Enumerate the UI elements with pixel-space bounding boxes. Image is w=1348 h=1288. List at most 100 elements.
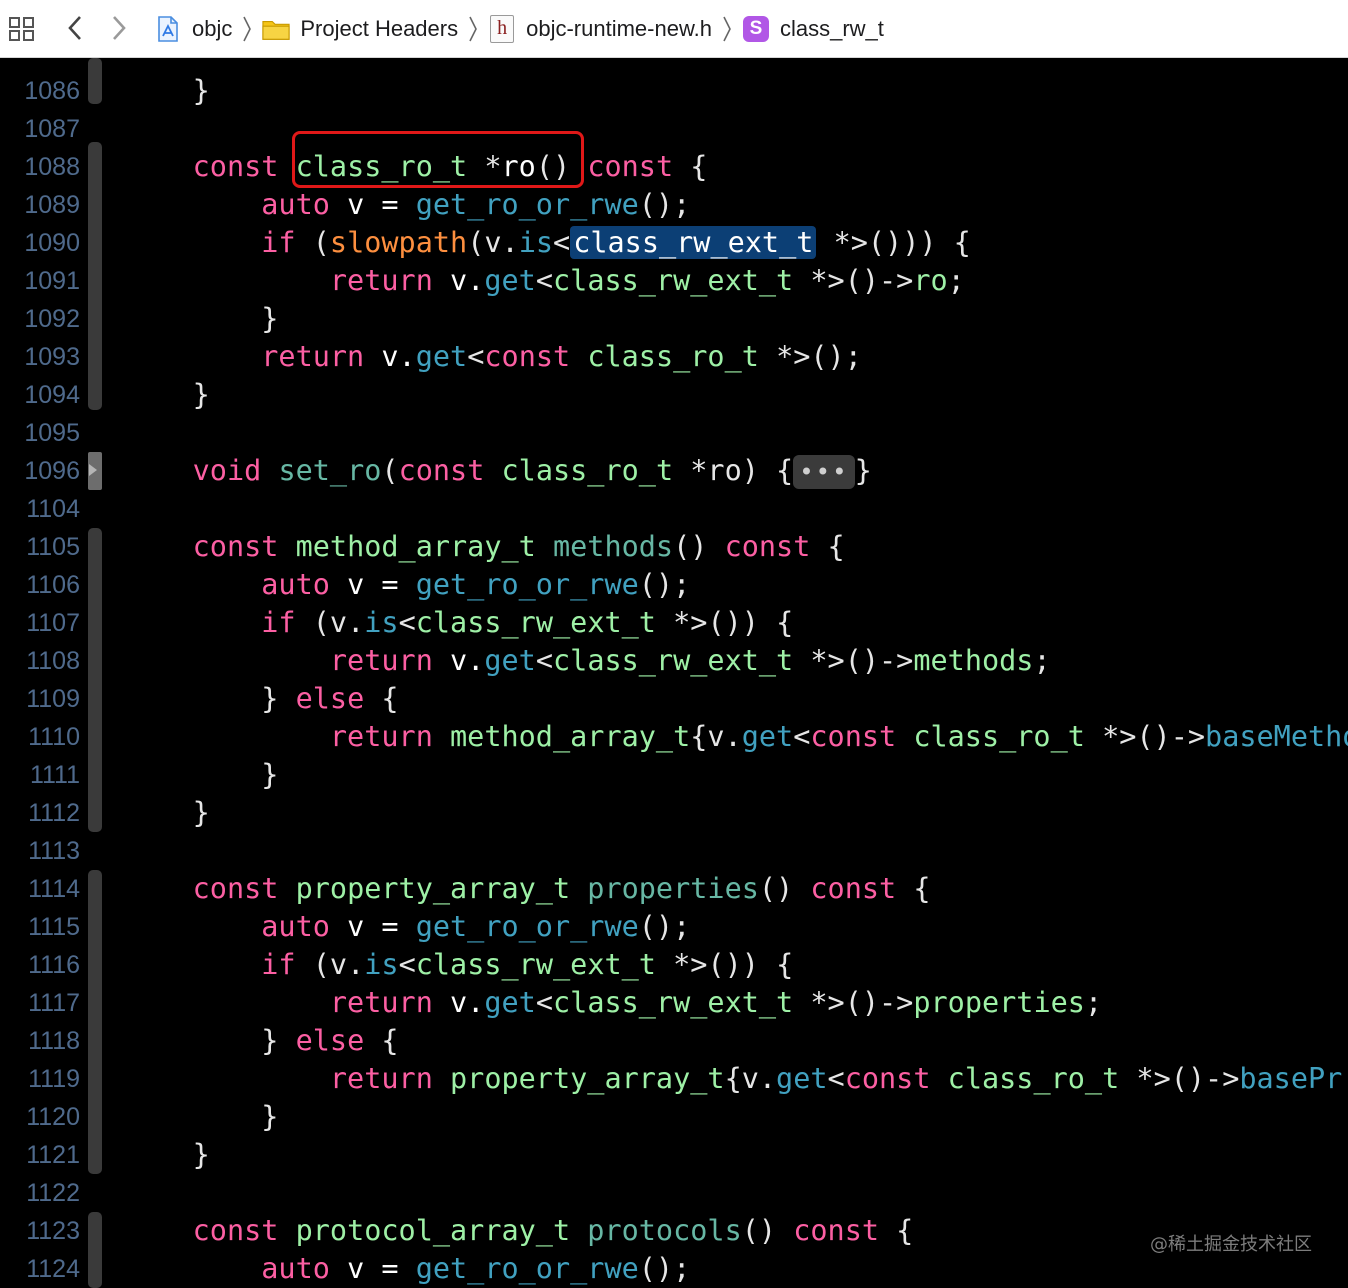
code-token: {v. — [690, 720, 742, 753]
code-folding-ribbon[interactable] — [88, 870, 102, 1174]
code-token: class_ro_t — [501, 454, 691, 487]
code-line[interactable]: if (v.is<class_rw_ext_t *>()) { — [124, 604, 793, 642]
code-token: return — [124, 340, 382, 373]
code-token: ro — [501, 150, 536, 183]
code-token: set_ro — [278, 454, 382, 487]
code-token: class_rw_ext_t — [553, 264, 811, 297]
breadcrumb-item-symbol[interactable]: S class_rw_t — [742, 15, 884, 43]
breadcrumb-item-group[interactable]: Project Headers — [262, 15, 458, 43]
code-token: property_array_t — [450, 1062, 725, 1095]
code-token: *>()-> — [1136, 1062, 1240, 1095]
code-line[interactable]: auto v = get_ro_or_rwe(); — [124, 566, 690, 604]
code-token: is — [364, 606, 399, 639]
code-line[interactable]: } else { — [124, 680, 398, 718]
code-line[interactable]: const method_array_t methods() const { — [124, 528, 845, 566]
line-number: 1105 — [26, 533, 80, 561]
code-token: class_rw_ext_t — [553, 644, 811, 677]
line-number: 1115 — [28, 913, 80, 941]
code-token: v = — [347, 568, 416, 601]
code-token: properties — [587, 872, 759, 905]
code-line[interactable]: return v.get<class_rw_ext_t *>()->ro; — [124, 262, 965, 300]
code-line[interactable]: auto v = get_ro_or_rwe(); — [124, 908, 690, 946]
code-line[interactable]: const protocol_array_t protocols() const… — [124, 1212, 914, 1250]
code-token: class_rw_ext_t — [553, 986, 811, 1019]
line-number: 1090 — [24, 229, 80, 257]
code-line[interactable]: if (slowpath(v.is< class_rw_ext_t *>())) … — [124, 224, 971, 262]
code-token: auto — [124, 1252, 348, 1285]
code-token: is — [364, 948, 399, 981]
selected-token: class_rw_ext_t — [570, 226, 817, 259]
back-chevron-icon[interactable] — [62, 12, 88, 44]
code-folding-ribbon[interactable] — [88, 528, 102, 832]
code-token: *>()) { — [673, 948, 794, 981]
code-token: ; — [1033, 644, 1051, 677]
code-line[interactable]: return v.get<const class_ro_t *>(); — [124, 338, 862, 376]
code-token: get — [741, 720, 794, 753]
code-line[interactable]: auto v = get_ro_or_rwe(); — [124, 186, 690, 224]
line-number: 1110 — [28, 723, 80, 751]
code-token: property_array_t — [295, 872, 588, 905]
line-number: 1111 — [29, 761, 80, 789]
code-token: get_ro_or_rwe — [415, 1252, 639, 1285]
folded-code-ellipsis[interactable]: ••• — [793, 455, 855, 489]
code-line[interactable]: void set_ro(const class_ro_t *ro) {•••} — [124, 452, 872, 490]
code-line[interactable]: } — [124, 1098, 278, 1136]
code-token: get_ro_or_rwe — [415, 188, 639, 221]
breadcrumb: objc Project Headers h objc-runtime-new.… — [154, 0, 884, 58]
breadcrumb-item-file[interactable]: h objc-runtime-new.h — [488, 15, 712, 43]
line-number: 1095 — [24, 419, 80, 447]
code-line[interactable]: return v.get<class_rw_ext_t *>()->proper… — [124, 984, 1102, 1022]
folder-icon — [262, 15, 290, 43]
code-token: return — [124, 1062, 451, 1095]
code-line[interactable]: } else { — [124, 1022, 398, 1060]
breadcrumb-separator-icon — [236, 15, 258, 43]
code-token: v = — [347, 188, 416, 221]
code-line[interactable]: const property_array_t properties() cons… — [124, 870, 931, 908]
code-token: < — [535, 264, 553, 297]
line-number: 1113 — [28, 837, 80, 865]
code-token: return — [124, 986, 451, 1019]
code-token: *>()-> — [810, 986, 914, 1019]
line-number: 1117 — [28, 989, 80, 1017]
struct-symbol-glyph: S — [742, 16, 769, 42]
forward-chevron-icon[interactable] — [106, 12, 132, 44]
source-editor[interactable]: } const class_ro_t *ro() const { auto v … — [124, 58, 1348, 1288]
code-folding-ribbon[interactable] — [88, 142, 102, 410]
code-folding-ribbon[interactable] — [88, 58, 102, 104]
code-token: (v. — [312, 606, 365, 639]
code-line[interactable]: } — [124, 300, 278, 338]
code-token: const — [124, 530, 296, 563]
code-token: return — [124, 720, 451, 753]
code-token: < — [535, 986, 553, 1019]
code-token: {v. — [724, 1062, 777, 1095]
code-line[interactable]: } — [124, 376, 210, 414]
code-token: get_ro_or_rwe — [415, 910, 639, 943]
code-token: auto — [124, 188, 348, 221]
related-items-grid-icon[interactable] — [6, 14, 38, 44]
line-number: 1121 — [26, 1141, 80, 1169]
code-line[interactable]: } — [124, 1136, 210, 1174]
code-line[interactable]: auto v = get_ro_or_rwe(); — [124, 1250, 690, 1288]
code-token: } — [124, 682, 296, 715]
breadcrumb-item-project[interactable]: objc — [154, 15, 232, 43]
code-token: const — [484, 340, 588, 373]
code-line[interactable]: } — [124, 756, 278, 794]
code-line[interactable]: return v.get<class_rw_ext_t *>()->method… — [124, 642, 1051, 680]
code-line[interactable]: if (v.is<class_rw_ext_t *>()) { — [124, 946, 793, 984]
code-token: < — [398, 606, 416, 639]
line-number: 1096 — [24, 457, 80, 485]
code-token: const — [810, 720, 914, 753]
line-number: 1124 — [26, 1255, 80, 1283]
code-token: () — [741, 1214, 794, 1247]
code-line[interactable]: } — [124, 794, 210, 832]
code-line[interactable]: return method_array_t{v.get<const class_… — [124, 718, 1348, 756]
code-line[interactable]: } — [124, 72, 210, 110]
code-folding-ribbon[interactable] — [88, 1212, 102, 1288]
breadcrumb-separator-icon — [716, 15, 738, 43]
code-token: *ro) { — [690, 454, 794, 487]
code-line[interactable]: return property_array_t{v.get<const clas… — [124, 1060, 1342, 1098]
code-token: v. — [450, 986, 485, 1019]
folded-code-marker[interactable] — [88, 452, 102, 490]
code-token: v. — [450, 644, 485, 677]
code-line[interactable]: const class_ro_t *ro() const { — [124, 148, 708, 186]
